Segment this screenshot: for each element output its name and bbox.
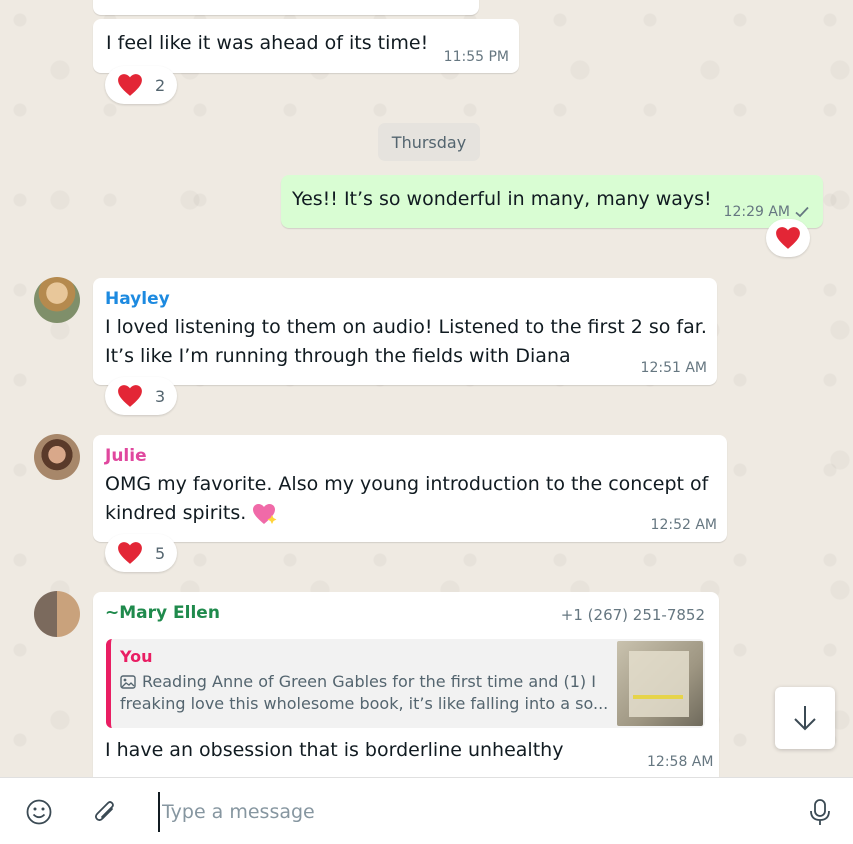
message-text: I feel like it was ahead of its time! [106, 32, 429, 54]
heart-icon [118, 542, 142, 564]
sender-name[interactable]: Hayley [105, 289, 170, 309]
message-text-line: OMG my favorite. Also my young introduct… [105, 473, 709, 495]
reaction-badge[interactable]: 2 [105, 66, 178, 104]
message-composer [0, 777, 853, 844]
heart-icon [118, 74, 142, 96]
sender-name[interactable]: ~Mary Ellen [105, 603, 220, 623]
message-text: kindred spirits. [105, 502, 247, 524]
single-check-icon [795, 206, 809, 218]
quoted-text-line: Reading Anne of Green Gables for the fir… [142, 672, 596, 691]
quoted-text-line: freaking love this wholesome book, it’s … [120, 694, 609, 713]
chat-area[interactable]: I feel like it was ahead of its time! 11… [0, 0, 853, 777]
quoted-message[interactable]: You Reading Anne of Green Gables for the… [106, 639, 705, 728]
previous-message-fragment [93, 0, 479, 15]
sender-phone: +1 (267) 251-7852 [560, 606, 705, 624]
message-time: 12:51 AM [640, 360, 707, 376]
sparkling-heart-icon [253, 503, 277, 524]
heart-icon [118, 385, 142, 407]
scroll-to-bottom-button[interactable] [775, 687, 835, 749]
voice-message-button[interactable] [803, 795, 837, 829]
message-bubble[interactable]: I feel like it was ahead of its time! 11… [93, 19, 519, 73]
reaction-badge[interactable] [766, 219, 810, 257]
day-separator: Thursday [378, 123, 480, 161]
reaction-badge[interactable]: 3 [105, 377, 178, 415]
message-text: I have an obsession that is borderline u… [105, 739, 564, 761]
reaction-count: 3 [155, 386, 166, 406]
attach-button[interactable] [88, 795, 122, 829]
message-text-line: I loved listening to them on audio! List… [105, 316, 707, 338]
reaction-count: 2 [155, 75, 166, 95]
reaction-badge[interactable]: 5 [105, 534, 178, 572]
message-time-text: 12:29 AM [723, 204, 790, 220]
heart-icon [776, 227, 800, 249]
quoted-text: Reading Anne of Green Gables for the fir… [120, 671, 609, 715]
emoji-button[interactable] [22, 795, 56, 829]
image-icon [120, 675, 136, 689]
paperclip-icon [94, 801, 114, 822]
message-bubble[interactable]: Julie OMG my favorite. Also my young int… [93, 435, 727, 542]
arrow-down-icon [794, 706, 816, 731]
microphone-icon [810, 799, 830, 825]
message-time: 12:29 AM [724, 204, 809, 220]
avatar-julie[interactable] [34, 434, 80, 480]
avatar-hayley[interactable] [34, 277, 80, 323]
message-text-line: It’s like I’m running through the fields… [105, 345, 571, 367]
message-text-line: kindred spirits. [105, 499, 278, 528]
message-time: 12:52 AM [650, 517, 717, 533]
avatar-mary-ellen[interactable] [34, 591, 80, 637]
emoji-icon [26, 799, 52, 825]
message-bubble[interactable]: Hayley I loved listening to them on audi… [93, 278, 717, 385]
quoted-thumbnail [617, 641, 703, 726]
message-input[interactable] [158, 792, 778, 832]
outgoing-message-bubble[interactable]: Yes!! It’s so wonderful in many, many wa… [281, 175, 823, 228]
message-text: Yes!! It’s so wonderful in many, many wa… [292, 188, 712, 210]
reaction-count: 5 [155, 543, 166, 563]
message-time: 11:55 PM [443, 49, 509, 65]
message-time: 12:58 AM [647, 754, 714, 770]
quoted-author: You [120, 647, 153, 666]
sender-name[interactable]: Julie [105, 446, 147, 466]
